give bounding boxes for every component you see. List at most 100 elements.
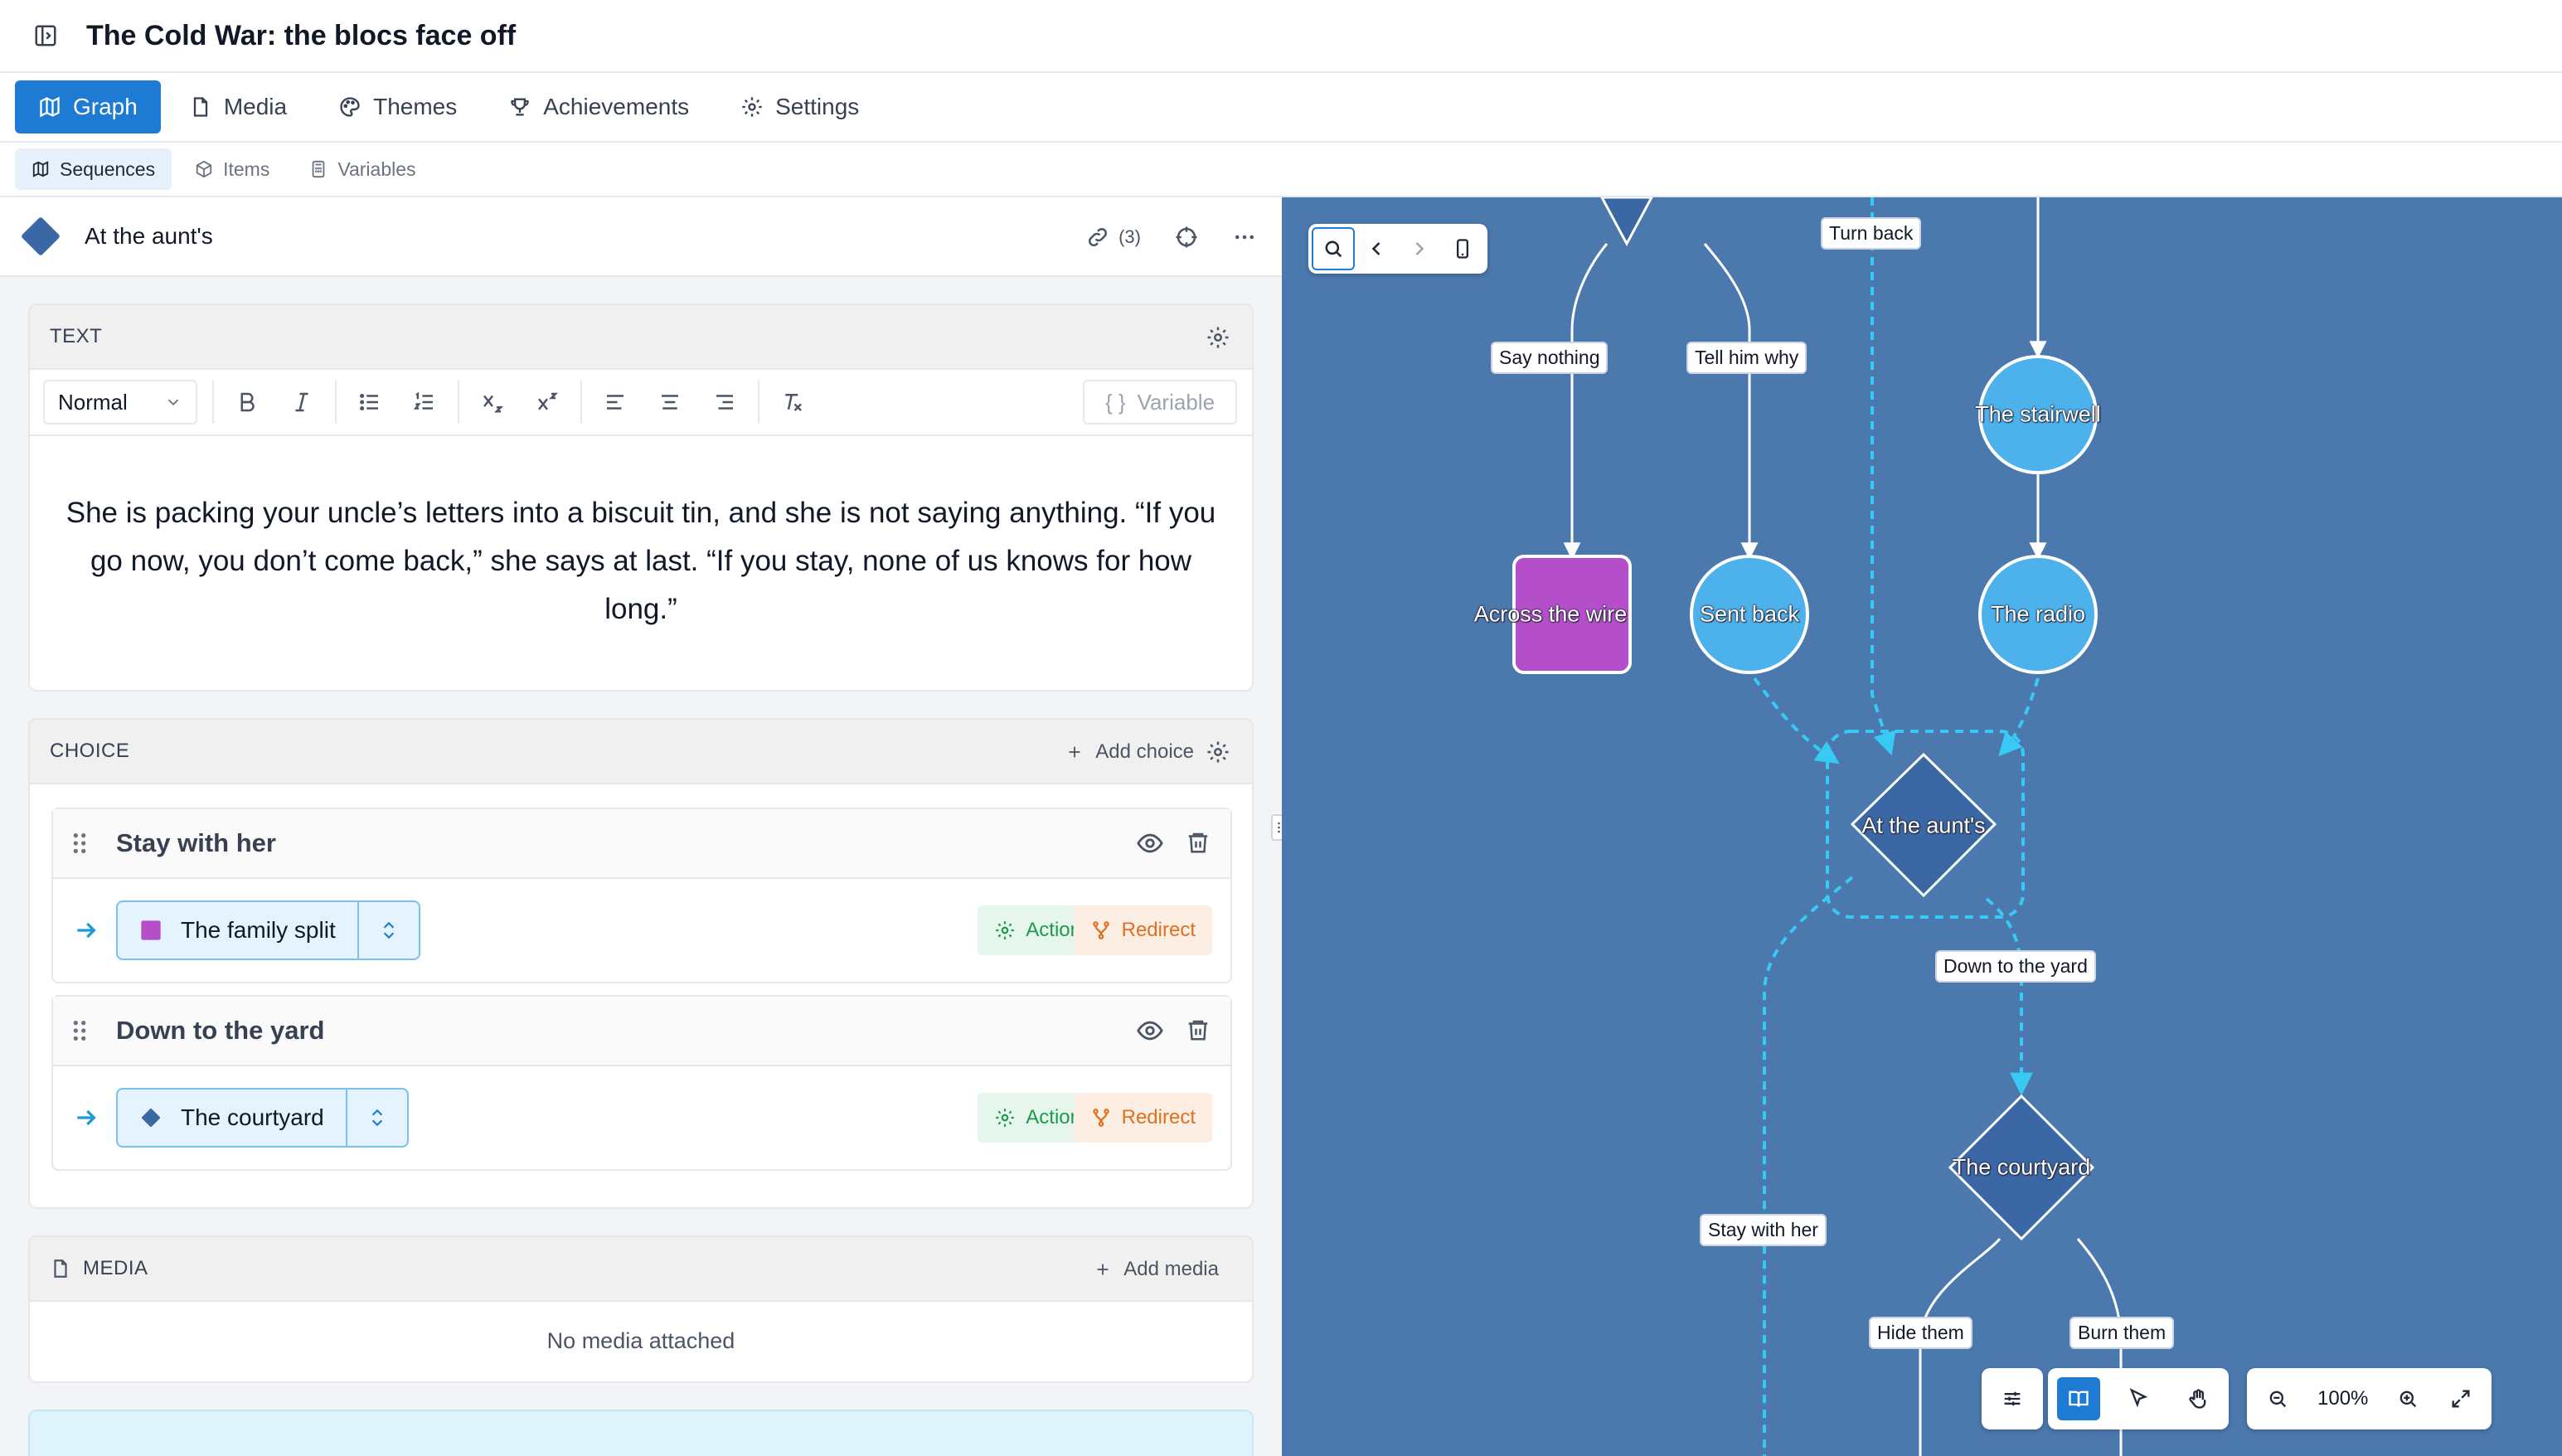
align-left-button[interactable] <box>597 384 633 420</box>
target-select[interactable]: The family split <box>116 900 420 960</box>
align-left-icon <box>607 395 624 410</box>
graph-select-mode-button[interactable] <box>2117 1377 2160 1420</box>
graph-adjust-button[interactable] <box>1991 1377 2034 1420</box>
sub-tabs: Sequences Items Variables <box>0 143 2562 197</box>
superscript-button[interactable] <box>529 384 565 420</box>
toolbar-group-style <box>212 381 320 424</box>
redirect-button[interactable]: Redirect <box>1073 905 1212 955</box>
tab-themes[interactable]: Themes <box>315 80 480 133</box>
subtab-sequences[interactable]: Sequences <box>15 148 172 190</box>
target-stepper[interactable] <box>357 902 419 959</box>
tab-achievements[interactable]: Achievements <box>485 80 712 133</box>
graph-forward-button[interactable] <box>1398 227 1441 270</box>
zoom-level: 100% <box>2317 1387 2369 1410</box>
expand-icon <box>2452 1390 2470 1408</box>
edge-label-down-to-yard[interactable]: Down to the yard <box>1935 950 2096 983</box>
section-heading: TEXT <box>50 325 103 347</box>
node-label-the-stairwell: The stairwell <box>1975 401 2101 427</box>
graph-device-button[interactable] <box>1441 227 1484 270</box>
target-stepper[interactable] <box>345 1090 407 1146</box>
clear-format-button[interactable] <box>774 384 811 420</box>
gear-icon[interactable] <box>1206 325 1230 350</box>
eye-icon[interactable] <box>1136 1017 1164 1045</box>
sliders-icon <box>2004 1391 2021 1406</box>
bullet-list-button[interactable] <box>352 384 388 420</box>
align-center-button[interactable] <box>652 384 688 420</box>
crosshair-icon[interactable] <box>1174 225 1199 250</box>
info-panel <box>28 1410 1254 1456</box>
book-open-icon <box>2069 1390 2089 1407</box>
edge-tell-him-why <box>1703 243 1759 561</box>
text-editor[interactable]: She is packing your uncle’s letters into… <box>30 436 1252 633</box>
edge-label-burn-them[interactable]: Burn them <box>2069 1317 2175 1349</box>
subtab-items[interactable]: Items <box>178 148 286 190</box>
drag-handle-icon[interactable] <box>71 831 88 856</box>
gear-icon <box>996 1109 1015 1127</box>
target-select[interactable]: The courtyard <box>116 1088 409 1148</box>
tab-media[interactable]: Media <box>166 80 310 133</box>
zoom-in-button[interactable] <box>2386 1377 2429 1420</box>
graph-search-button[interactable] <box>1312 227 1355 270</box>
format-select-value: Normal <box>58 389 128 415</box>
edge-label-tell-him-why[interactable]: Tell him why <box>1686 342 1807 374</box>
subscript-button[interactable] <box>474 384 511 420</box>
align-center-icon <box>662 395 678 410</box>
chevron-up-down-icon <box>371 1109 382 1127</box>
numbered-list-button[interactable] <box>406 384 443 420</box>
edge-label-turn-back[interactable]: Turn back <box>1821 217 1922 250</box>
graph-read-mode-button[interactable] <box>2057 1377 2100 1420</box>
edge-label-hide-them[interactable]: Hide them <box>1869 1317 1972 1349</box>
sidebar-toggle-icon[interactable] <box>33 23 58 48</box>
choice-label[interactable]: Stay with her <box>116 828 276 858</box>
tab-label: Graph <box>73 94 138 119</box>
square-node-icon <box>141 920 161 940</box>
chevron-up-down-icon <box>383 921 394 939</box>
redirect-button[interactable]: Redirect <box>1073 1093 1212 1143</box>
graph-settings-controls <box>1982 1368 2043 1429</box>
action-label: Action <box>1026 1106 1081 1128</box>
toolbar-group-align <box>580 381 743 424</box>
bold-button[interactable] <box>229 384 265 420</box>
bullet-list-icon <box>360 394 378 410</box>
graph-back-button[interactable] <box>1355 227 1398 270</box>
subtab-label: Items <box>223 158 270 180</box>
edge-label-stay-with-her[interactable]: Stay with her <box>1700 1214 1827 1246</box>
chevron-right-icon <box>1415 242 1424 255</box>
node-label-at-the-aunts: At the aunt's <box>1861 813 1986 838</box>
variable-button[interactable]: { } Variable <box>1083 380 1237 425</box>
branch-icon <box>1092 921 1109 939</box>
numbered-list-icon <box>413 391 433 410</box>
tab-settings[interactable]: Settings <box>717 80 882 133</box>
drag-handle-icon[interactable] <box>71 1018 88 1043</box>
format-select[interactable]: Normal <box>43 380 197 425</box>
chevron-left-icon <box>1371 242 1380 255</box>
choice-label[interactable]: Down to the yard <box>116 1016 324 1046</box>
choice-item: Stay with her The family split Action Re… <box>51 808 1232 983</box>
tab-graph[interactable]: Graph <box>15 80 161 133</box>
eye-icon[interactable] <box>1136 829 1164 857</box>
gear-icon <box>996 921 1015 939</box>
more-icon[interactable] <box>1232 225 1257 250</box>
main-tabs: Graph Media Themes Achievements Settings <box>0 73 2562 143</box>
graph-canvas[interactable]: Say nothing Tell him why Turn back Down … <box>1282 197 2562 1456</box>
links-button[interactable]: (3) <box>1085 225 1141 250</box>
branch-icon <box>1092 1109 1109 1127</box>
add-media-label: Add media <box>1123 1258 1219 1280</box>
search-icon <box>1325 240 1342 258</box>
graph-pan-mode-button[interactable] <box>2176 1377 2220 1420</box>
align-right-button[interactable] <box>706 384 743 420</box>
fullscreen-button[interactable] <box>2439 1377 2482 1420</box>
editor-scroll-area[interactable]: TEXT Normal {} Variable She is packing … <box>0 277 1282 1456</box>
trash-icon[interactable] <box>1186 1017 1211 1043</box>
trash-icon[interactable] <box>1186 829 1211 856</box>
subtab-variables[interactable]: Variables <box>293 148 432 190</box>
add-media-button[interactable]: Add media <box>1094 1237 1219 1302</box>
media-card-header: MEDIA Add media <box>30 1237 1252 1302</box>
choice-item: Down to the yard The courtyard Action Re… <box>51 995 1232 1171</box>
add-choice-button[interactable]: Add choice <box>1065 720 1194 784</box>
italic-button[interactable] <box>284 384 320 420</box>
graph-node-partial[interactable] <box>1600 197 1653 247</box>
gear-icon[interactable] <box>1206 740 1230 764</box>
edge-label-say-nothing[interactable]: Say nothing <box>1491 342 1609 374</box>
zoom-out-button[interactable] <box>2256 1377 2299 1420</box>
